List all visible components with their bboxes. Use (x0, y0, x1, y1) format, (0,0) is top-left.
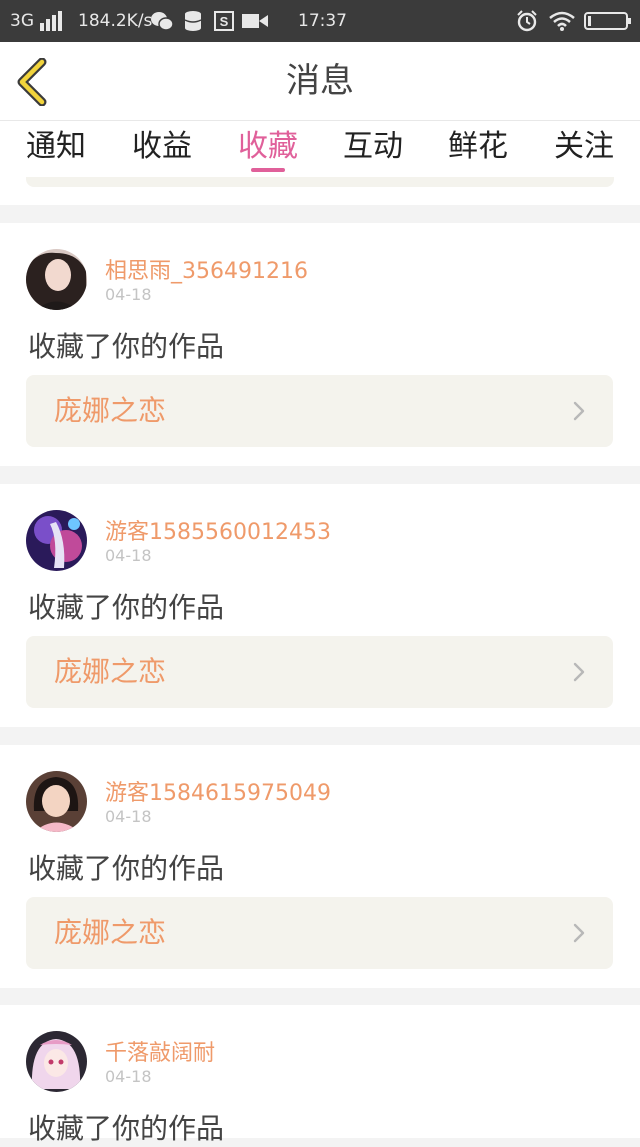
tab-label: 收益 (132, 129, 192, 164)
svg-text:S: S (220, 14, 229, 29)
tab-follows[interactable]: 关注 (534, 121, 634, 177)
avatar[interactable] (26, 771, 87, 832)
chevron-right-icon (573, 662, 585, 682)
tab-label: 互动 (343, 129, 403, 164)
video-icon (242, 0, 268, 42)
tab-flowers[interactable]: 鲜花 (428, 121, 528, 177)
tab-notifications[interactable]: 通知 (6, 121, 106, 177)
page-title: 消息 (286, 61, 354, 101)
s-app-icon: S (214, 0, 234, 42)
message-card: 千落敲阔耐 04-18 收藏了你的作品 (0, 1005, 640, 1145)
message-date: 04-18 (105, 285, 152, 304)
message-card: 游客1585560012453 04-18 收藏了你的作品 庞娜之恋 (0, 484, 640, 727)
top-nav-bar: 消息 (0, 42, 640, 121)
previous-work-link-edge (26, 177, 614, 187)
message-date: 04-18 (105, 1067, 152, 1086)
signal-icon (40, 0, 64, 42)
message-date: 04-18 (105, 546, 152, 565)
wifi-icon (548, 0, 576, 42)
tab-label: 鲜花 (448, 129, 508, 164)
chevron-right-icon (573, 401, 585, 421)
alarm-icon (516, 0, 538, 42)
active-tab-indicator (251, 168, 285, 172)
work-title: 庞娜之恋 (54, 916, 167, 949)
action-text: 收藏了你的作品 (28, 852, 225, 885)
username[interactable]: 游客1585560012453 (105, 514, 331, 546)
tab-label: 通知 (26, 129, 86, 164)
clock: 17:37 (298, 11, 347, 31)
tab-bar: 通知 收益 收藏 互动 鲜花 关注 (0, 121, 640, 177)
tab-earnings[interactable]: 收益 (112, 121, 212, 177)
work-link[interactable]: 庞娜之恋 (26, 897, 613, 969)
tab-label: 收藏 (238, 129, 298, 164)
username[interactable]: 游客1584615975049 (105, 775, 331, 807)
work-link[interactable]: 庞娜之恋 (26, 375, 613, 447)
avatar[interactable] (26, 249, 87, 310)
wechat-icon (150, 0, 174, 42)
tab-interactions[interactable]: 互动 (323, 121, 423, 177)
action-text: 收藏了你的作品 (28, 330, 225, 363)
tab-favorites[interactable]: 收藏 (218, 121, 318, 177)
work-link[interactable]: 庞娜之恋 (26, 636, 613, 708)
tab-label: 关注 (554, 129, 614, 164)
message-card: 游客1584615975049 04-18 收藏了你的作品 庞娜之恋 (0, 745, 640, 988)
message-date: 04-18 (105, 807, 152, 826)
message-card: 相思雨_356491216 04-18 收藏了你的作品 庞娜之恋 (0, 223, 640, 466)
username[interactable]: 千落敲阔耐 (105, 1035, 215, 1067)
network-type: 3G (10, 11, 34, 31)
action-text: 收藏了你的作品 (28, 591, 225, 624)
database-icon (183, 0, 203, 42)
previous-message-card-edge (0, 177, 640, 205)
network-speed: 184.2K/s (78, 11, 153, 31)
work-title: 庞娜之恋 (54, 655, 167, 688)
username[interactable]: 相思雨_356491216 (105, 253, 308, 285)
status-bar: 3G 184.2K/s S 17:37 (0, 0, 640, 42)
action-text: 收藏了你的作品 (28, 1112, 225, 1145)
avatar[interactable] (26, 1031, 87, 1092)
chevron-right-icon (573, 923, 585, 943)
work-title: 庞娜之恋 (54, 394, 167, 427)
battery-icon (584, 0, 632, 42)
avatar[interactable] (26, 510, 87, 571)
